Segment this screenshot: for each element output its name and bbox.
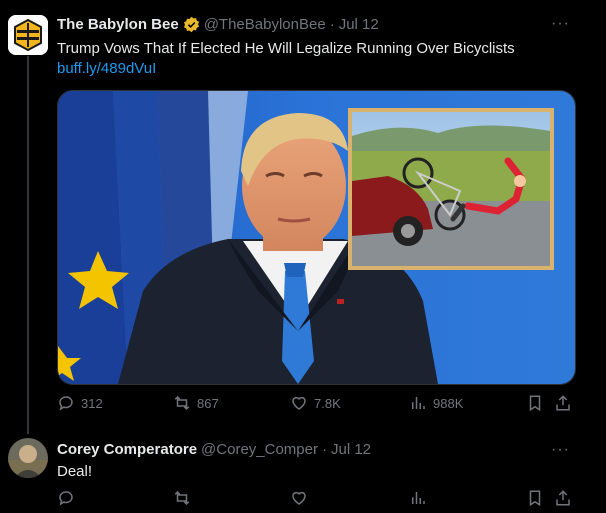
reply-avatar-image [8,438,48,478]
retweet-icon [174,395,190,411]
reply-author-handle[interactable]: @Corey_Comper [201,441,318,458]
more-icon[interactable]: ··· [551,15,570,33]
reply-more-icon[interactable]: ··· [551,441,570,459]
like-icon [292,396,306,410]
verified-badge-icon [183,16,199,33]
reply-author-name[interactable]: Corey Comperatore [57,441,197,458]
tweet-media-image[interactable] [57,90,576,385]
tweet-header: The Babylon Bee @TheBabylonBee · Jul 12 [57,16,379,33]
dot-separator: · [329,16,335,33]
reply-actions [57,489,577,513]
bookmark-button[interactable] [526,394,550,412]
bee-logo-icon [8,15,48,55]
reply-retweet-button[interactable] [173,489,197,507]
tweet-link-row: buff.ly/489dVuI [57,60,156,77]
share-icon [556,395,570,411]
bookmark-icon [529,395,541,412]
reply-header: Corey Comperatore @Corey_Comper · Jul 12 [57,441,371,458]
author-name[interactable]: The Babylon Bee [57,16,179,33]
views-button[interactable]: 988K [409,394,463,412]
reply-like-button[interactable] [290,489,314,507]
like-icon [292,491,306,505]
reply-text: Deal! [57,463,93,480]
reply-icon [59,491,73,506]
like-button[interactable]: 7.8K [290,394,341,412]
tweet-actions: 312 867 7.8K 988K [57,394,577,418]
tweet-text: Trump Vows That If Elected He Will Legal… [57,40,515,57]
reply-button[interactable]: 312 [57,394,103,412]
reply-views-button[interactable] [409,489,433,507]
reply-icon [59,396,73,411]
share-button[interactable] [554,394,578,412]
share-icon [556,490,570,506]
media-illustration [58,91,575,384]
like-count: 7.8K [314,395,341,411]
babylon-bee-avatar[interactable] [8,15,48,55]
views-icon [412,397,425,409]
retweet-count: 867 [197,395,219,411]
reply-count: 312 [81,395,103,411]
author-handle[interactable]: @TheBabylonBee [204,16,326,33]
reply-share-button[interactable] [554,489,578,507]
views-icon [412,492,425,504]
dot-separator: · [321,441,327,458]
retweet-button[interactable]: 867 [173,394,219,412]
retweet-icon [174,490,190,506]
bookmark-icon [529,490,541,507]
reply-reply-button[interactable] [57,489,81,507]
reply-author-avatar[interactable] [8,438,48,478]
thread-connector-line [27,56,29,434]
reply-bookmark-button[interactable] [526,489,550,507]
views-count: 988K [433,395,464,411]
tweet-link[interactable]: buff.ly/489dVuI [57,60,156,77]
reply-date[interactable]: Jul 12 [331,441,371,458]
tweet-date[interactable]: Jul 12 [339,16,379,33]
